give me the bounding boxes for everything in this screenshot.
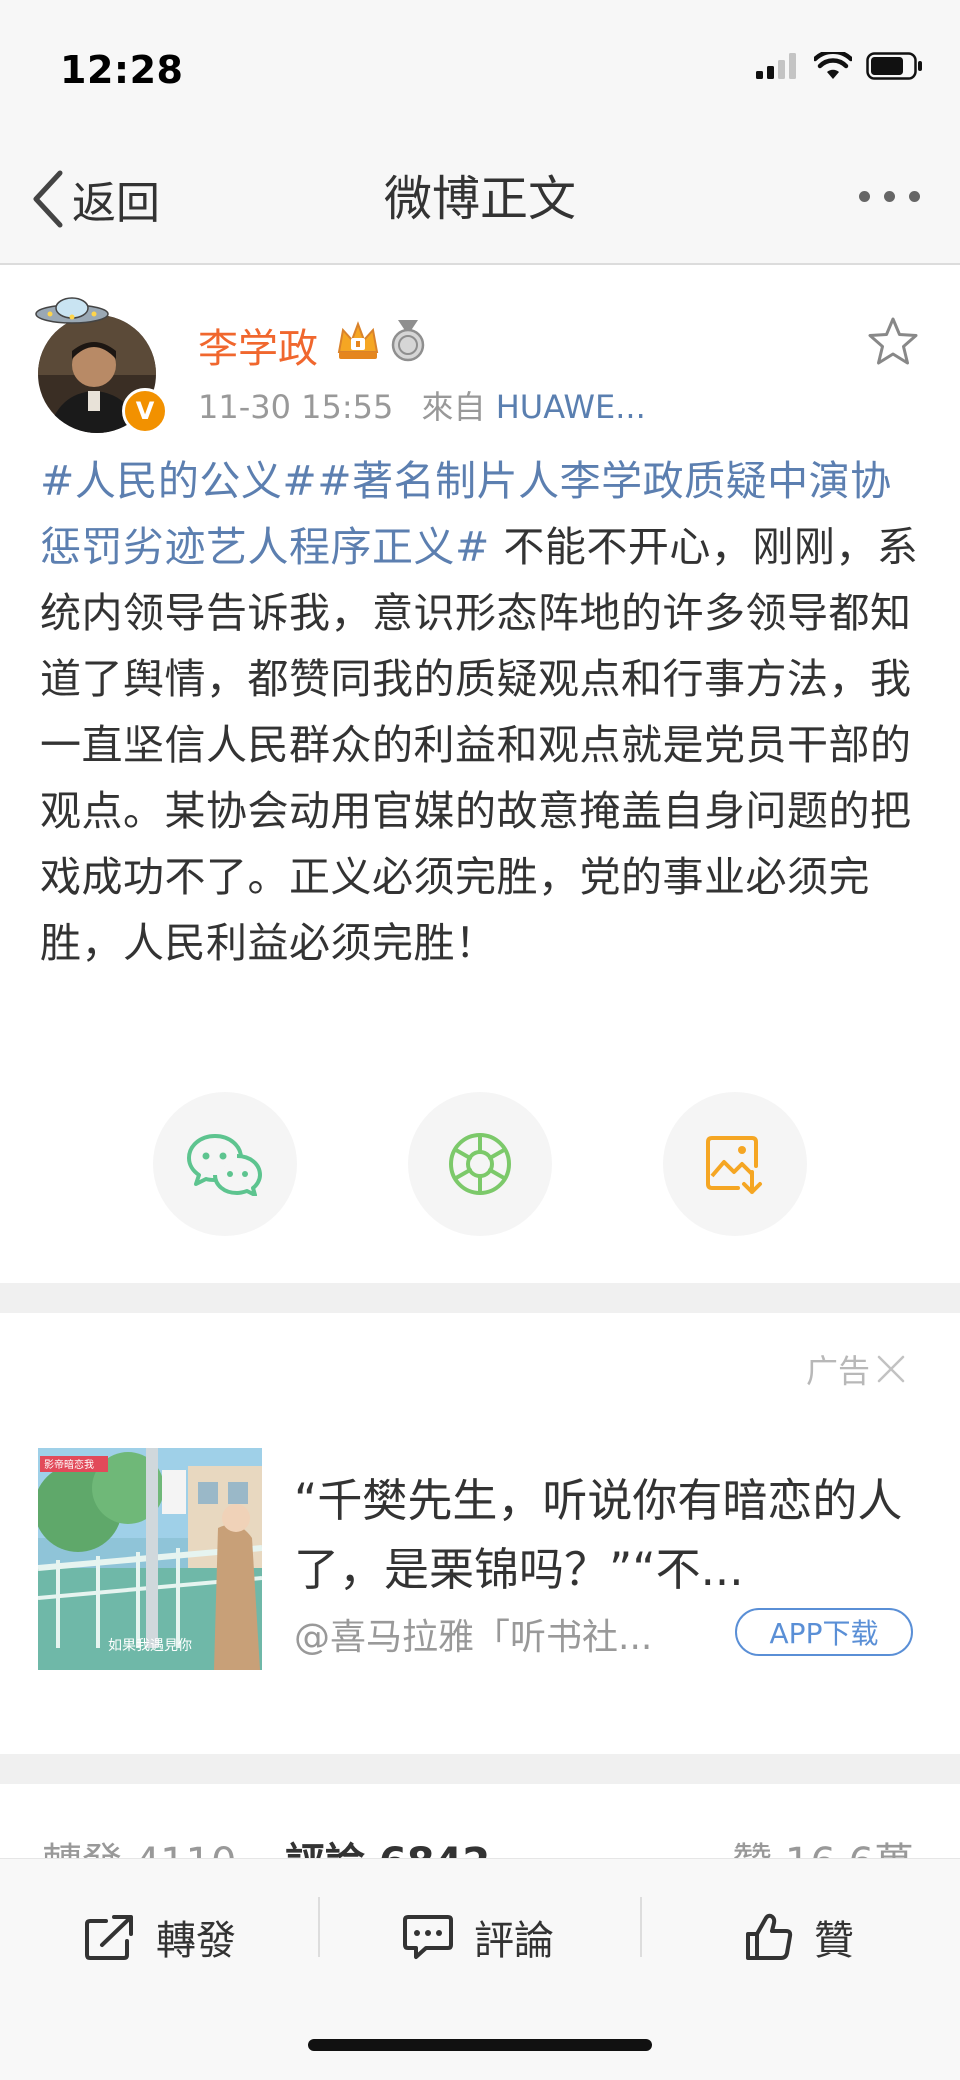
ad-title[interactable]: “千樊先生，听说你有暗恋的人了，是栗锦吗？”“不... bbox=[294, 1466, 924, 1604]
repost-button[interactable]: 轉發 bbox=[84, 1899, 236, 1975]
battery-icon bbox=[866, 52, 922, 80]
home-indicator[interactable] bbox=[308, 2039, 652, 2051]
ad-thumbnail-caption: 如果我遇見你 bbox=[108, 1638, 192, 1654]
bottom-toolbar: 轉發 評論 贊 bbox=[0, 1858, 960, 2080]
share-wechat-button[interactable] bbox=[153, 1092, 297, 1236]
thumbs-up-icon bbox=[746, 1913, 793, 1960]
comment-icon bbox=[403, 1915, 453, 1959]
repost-icon bbox=[85, 1915, 133, 1960]
comment-button[interactable]: 評論 bbox=[402, 1899, 554, 1975]
more-dot bbox=[909, 191, 920, 202]
wifi-icon bbox=[814, 52, 852, 79]
save-image-button[interactable] bbox=[663, 1092, 807, 1236]
topic-link[interactable]: #人民的公义# bbox=[40, 457, 317, 505]
medal-badge-icon[interactable] bbox=[388, 318, 428, 362]
wechat-icon bbox=[187, 1134, 262, 1196]
avatar-container[interactable]: V bbox=[35, 290, 168, 434]
ad-label: 广告 bbox=[806, 1352, 871, 1390]
ad-thumbnail-image: 影帝暗恋我 如果我遇見你 bbox=[38, 1448, 262, 1670]
ad-close-button[interactable]: 广告 bbox=[806, 1346, 906, 1392]
repost-label: 轉發 bbox=[156, 1918, 236, 1964]
toolbar-divider bbox=[640, 1897, 642, 1957]
more-button[interactable] bbox=[859, 191, 920, 202]
page-title: 微博正文 bbox=[383, 171, 576, 227]
ad-thumbnail[interactable]: 影帝暗恋我 如果我遇見你 bbox=[38, 1448, 262, 1670]
save-image-icon bbox=[706, 1136, 762, 1194]
app-download-button[interactable]: APP下载 bbox=[735, 1608, 913, 1656]
post-source[interactable]: HUAWE... bbox=[496, 388, 646, 426]
status-time: 12:28 bbox=[60, 48, 184, 92]
post-text: 不能不开心，刚刚，系统内领导告诉我，意识形态阵地的许多领导都知道了舆情，都赞同我… bbox=[40, 523, 919, 967]
source-prefix: 來自 bbox=[421, 388, 486, 426]
ad-source[interactable]: @喜马拉雅「听书社... bbox=[294, 1608, 704, 1660]
status-bar: 12:28 bbox=[0, 0, 960, 135]
share-moments-button[interactable] bbox=[408, 1092, 552, 1236]
username[interactable]: 李学政 bbox=[198, 316, 318, 374]
close-icon bbox=[877, 1355, 905, 1383]
post-stats-tabs: 轉發 4110 評論 6842 贊 16.6萬 bbox=[0, 1820, 960, 1886]
verified-badge-icon: V bbox=[122, 388, 168, 434]
status-icons bbox=[756, 52, 924, 80]
ad-thumbnail-tag: 影帝暗恋我 bbox=[44, 1458, 94, 1471]
section-divider bbox=[0, 1754, 960, 1784]
cellular-signal-icon bbox=[756, 53, 796, 79]
like-label: 贊 bbox=[814, 1918, 854, 1964]
comment-label: 評論 bbox=[474, 1918, 554, 1964]
post-body: #人民的公义##著名制片人李学政质疑中演协惩罚劣迹艺人程序正义# 不能不开心，刚… bbox=[40, 448, 920, 976]
moments-icon bbox=[449, 1133, 511, 1195]
nav-bar: 返回 微博正文 bbox=[0, 135, 960, 265]
like-button[interactable]: 贊 bbox=[744, 1899, 854, 1975]
more-dot bbox=[884, 191, 895, 202]
toolbar-divider bbox=[318, 1897, 320, 1957]
crown-badge-icon[interactable] bbox=[335, 318, 381, 362]
post-time: 11-30 15:55 bbox=[198, 388, 394, 426]
post-meta: 11-30 15:55 來自 HUAWE... bbox=[198, 382, 646, 428]
ufo-pendant-icon bbox=[35, 297, 109, 324]
favorite-star-icon[interactable] bbox=[866, 316, 920, 368]
more-dot bbox=[859, 191, 870, 202]
section-divider bbox=[0, 1283, 960, 1313]
